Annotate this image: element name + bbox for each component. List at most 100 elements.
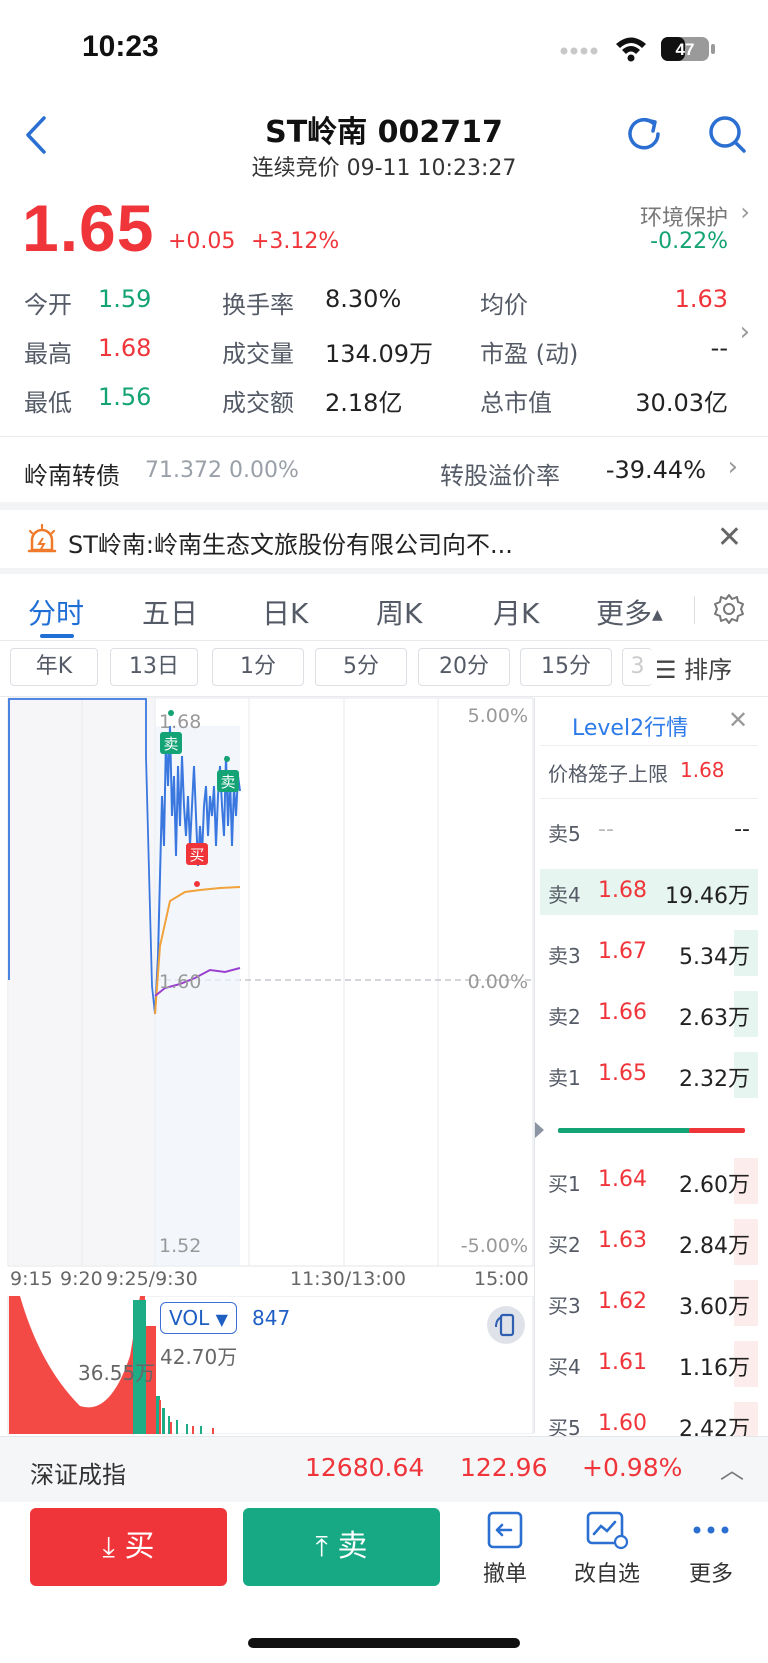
index-name: 深证成指	[30, 1461, 126, 1489]
volume-value: 847	[252, 1306, 291, 1330]
refresh-button[interactable]	[622, 112, 666, 156]
more-button[interactable]: 更多	[670, 1508, 752, 1587]
ask-row[interactable]: 卖4 1.68 19.46万	[540, 869, 758, 915]
price-mid-label: 1.60	[159, 971, 201, 993]
stat-label: 均价	[480, 291, 528, 319]
svg-text:卖: 卖	[163, 735, 178, 753]
volume-indicator-select[interactable]: VOL ▼	[160, 1302, 237, 1334]
sell-label: 卖	[337, 1529, 368, 1564]
status-time: 10:23	[82, 30, 159, 63]
stat-label: 市盈 (动)	[480, 340, 579, 368]
cancel-order-icon	[487, 1511, 523, 1549]
chip-year-k[interactable]: 年K	[10, 648, 98, 686]
ask-row[interactable]: 卖1 1.65 2.32万	[540, 1052, 758, 1098]
battery-level: 47	[676, 40, 695, 59]
book-volume: 2.32万	[679, 1067, 750, 1092]
bid-row[interactable]: 买3 1.62 3.60万	[540, 1280, 758, 1326]
chip-15-min[interactable]: 15分	[520, 648, 612, 686]
sector-link[interactable]: 环境保护	[640, 200, 728, 232]
premium-label: 转股溢价率	[440, 462, 560, 490]
book-level-label: 买2	[548, 1233, 581, 1257]
ask-row[interactable]: 卖2 1.66 2.63万	[540, 991, 758, 1037]
book-level-label: 买3	[548, 1294, 581, 1318]
svg-text:卖: 卖	[220, 773, 235, 791]
index-value: 12680.64	[305, 1453, 425, 1482]
ask-row[interactable]: 卖3 1.67 5.34万	[540, 930, 758, 976]
book-volume: 2.63万	[679, 1006, 750, 1031]
price-change-percent: +3.12%	[251, 229, 340, 254]
bid-row[interactable]: 买4 1.61 1.16万	[540, 1341, 758, 1387]
book-level-label: 卖3	[548, 944, 581, 968]
caret-up-icon: ▲	[652, 607, 663, 623]
book-volume: 2.84万	[679, 1234, 750, 1259]
buy-button[interactable]: ⤓ 买	[30, 1508, 227, 1586]
stat-label: 最低	[24, 389, 72, 417]
stat-value: 134.09万	[325, 340, 433, 368]
stat-value: --	[710, 334, 728, 362]
chip-5-min[interactable]: 5分	[315, 648, 407, 686]
stat-value: 30.03亿	[635, 389, 728, 417]
time-label: 9:20	[60, 1268, 103, 1290]
book-level-label: 卖2	[548, 1005, 581, 1029]
book-price: 1.62	[598, 1289, 647, 1314]
book-price: 1.61	[598, 1350, 647, 1375]
svg-text:买: 买	[189, 846, 204, 864]
divider	[0, 640, 768, 641]
sell-button[interactable]: ⤒ 卖	[243, 1508, 440, 1586]
bid-row[interactable]: 买1 1.64 2.60万	[540, 1158, 758, 1204]
pct-mid-label: 0.00%	[468, 971, 528, 993]
bond-name[interactable]: 岭南转债	[24, 456, 120, 491]
bond-value: 71.372 0.00%	[145, 458, 299, 483]
tab-more-label: 更多	[596, 597, 653, 630]
chip-13-day[interactable]: 13日	[110, 648, 198, 686]
price-cage-value: 1.68	[680, 758, 725, 782]
price-low-label: 1.52	[159, 1235, 201, 1257]
tab-day-k[interactable]: 日K	[262, 592, 308, 632]
tab-month-k[interactable]: 月K	[493, 592, 539, 632]
chip-20-min[interactable]: 20分	[418, 648, 510, 686]
search-button[interactable]	[705, 112, 749, 156]
book-volume: 3.60万	[679, 1295, 750, 1320]
time-label: 9:15	[10, 1268, 53, 1290]
ask-row[interactable]: 卖5 -- --	[540, 808, 758, 854]
close-icon[interactable]: ✕	[717, 520, 742, 555]
sort-button[interactable]: ☰ 排序	[655, 650, 732, 685]
book-price: 1.64	[598, 1167, 647, 1192]
tab-five-day[interactable]: 五日	[142, 592, 198, 632]
tab-fenshi[interactable]: 分时	[28, 592, 84, 632]
notice-text[interactable]: ST岭南:岭南生态文旅股份有限公司向不...	[68, 525, 513, 560]
battery-icon: 47	[661, 37, 715, 61]
book-volume: 1.16万	[679, 1356, 750, 1381]
gear-icon[interactable]	[712, 592, 746, 626]
chevron-right-icon[interactable]: ›	[740, 317, 750, 347]
volume-max-label: 42.70万	[160, 1345, 238, 1369]
level2-title[interactable]: Level2行情	[572, 710, 688, 742]
alarm-icon	[27, 523, 57, 553]
divider	[0, 436, 768, 437]
stat-label: 最高	[24, 340, 72, 368]
book-price: 1.66	[598, 1000, 647, 1025]
tab-active-indicator	[40, 634, 74, 638]
time-label: 11:30/13:00	[290, 1268, 406, 1290]
book-volume: 19.46万	[665, 884, 750, 909]
cancel-order-button[interactable]: 撤单	[464, 1508, 546, 1587]
stat-label: 今开	[24, 291, 72, 319]
chip-1-min[interactable]: 1分	[212, 648, 304, 686]
volume-indicator-label: VOL	[169, 1306, 210, 1330]
stat-label: 换手率	[222, 291, 294, 319]
tab-more[interactable]: 更多▲	[596, 592, 663, 632]
edit-watchlist-icon	[586, 1511, 629, 1550]
chip-3[interactable]: 3	[622, 648, 652, 686]
book-level-label: 卖1	[548, 1066, 581, 1090]
pct-high-label: 5.00%	[468, 705, 528, 727]
chevron-up-icon[interactable]: ︿	[720, 1450, 744, 1485]
close-icon[interactable]: ✕	[728, 706, 748, 734]
rotate-screen-button[interactable]	[486, 1305, 526, 1345]
edit-watchlist-button[interactable]: 改自选	[566, 1508, 648, 1587]
buy-marker: 买	[186, 843, 208, 865]
divider	[694, 596, 695, 624]
bid-row[interactable]: 买2 1.63 2.84万	[540, 1219, 758, 1265]
chevron-right-icon[interactable]: ›	[728, 452, 738, 482]
tab-week-k[interactable]: 周K	[376, 592, 422, 632]
divider	[540, 745, 758, 746]
